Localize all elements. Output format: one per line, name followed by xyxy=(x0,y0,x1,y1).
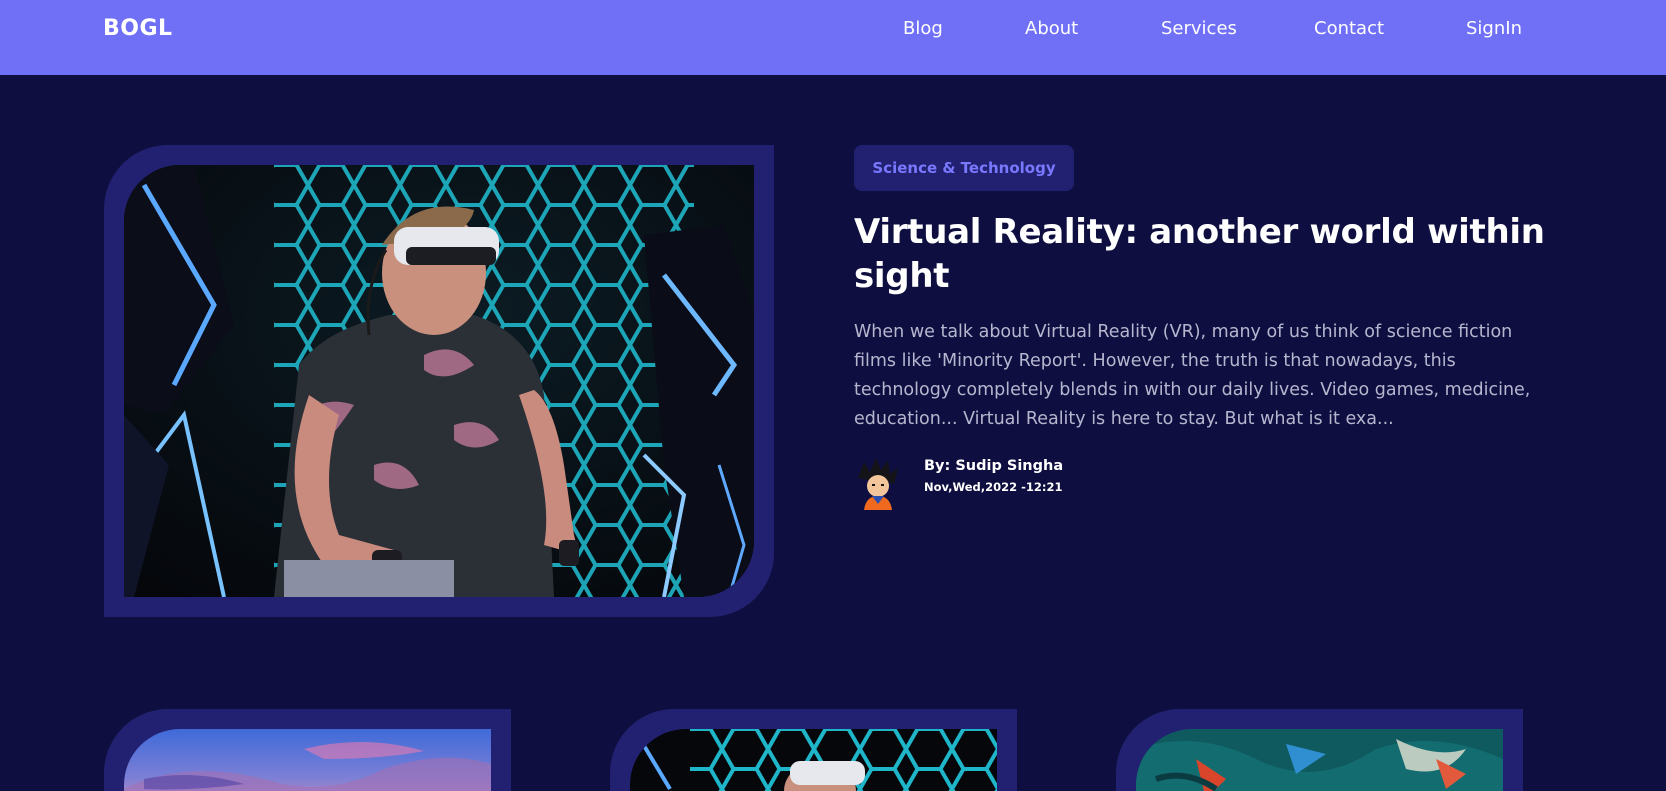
post-title[interactable]: Virtual Reality: another world within si… xyxy=(854,210,1554,298)
category-badge[interactable]: Science & Technology xyxy=(854,145,1074,191)
author-avatar xyxy=(854,458,902,510)
sunset-sky-photo-icon xyxy=(124,729,491,791)
abstract-paint-photo-icon xyxy=(1136,729,1503,791)
nav-menu: Blog About Services Contact SignIn xyxy=(0,18,1666,42)
nav-link-about[interactable]: About xyxy=(1025,18,1078,39)
vr-headset-photo-icon xyxy=(124,165,754,597)
post-date: Nov,Wed,2022 -12:21 xyxy=(924,480,1063,494)
nav-link-services[interactable]: Services xyxy=(1161,18,1237,39)
cartoon-avatar-icon xyxy=(858,458,898,510)
author-name[interactable]: By: Sudip Singha xyxy=(924,458,1063,474)
nav-link-signin[interactable]: SignIn xyxy=(1466,18,1522,39)
post-excerpt: When we talk about Virtual Reality (VR),… xyxy=(854,322,1531,429)
card-image-3[interactable] xyxy=(1136,729,1503,791)
nav-link-blog[interactable]: Blog xyxy=(903,18,943,39)
vr-headset-photo-icon xyxy=(630,729,997,791)
top-navbar: BOGL Blog About Services Contact SignIn xyxy=(0,0,1666,75)
card-image-2[interactable] xyxy=(630,729,997,791)
nav-link-contact[interactable]: Contact xyxy=(1314,18,1384,39)
card-image-1[interactable] xyxy=(124,729,491,791)
featured-post-image[interactable] xyxy=(124,165,754,597)
